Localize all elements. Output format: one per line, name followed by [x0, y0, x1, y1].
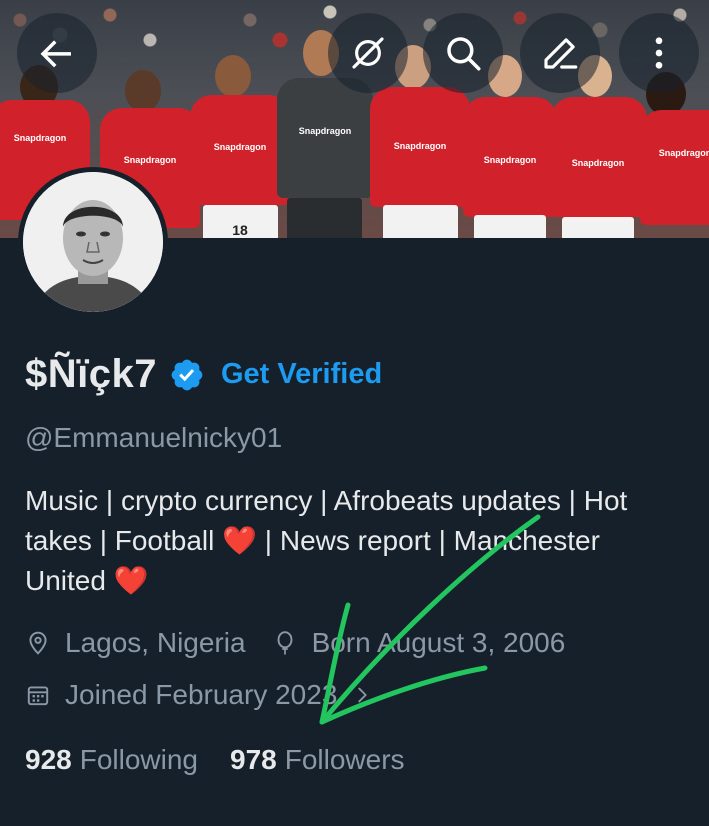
profile-meta-row: Lagos, Nigeria Born August 3, 2006 [25, 627, 565, 659]
avatar-image [23, 172, 163, 312]
profile-bio: Music | crypto currency | Afrobeats upda… [25, 481, 705, 601]
chevron-right-icon[interactable] [351, 684, 373, 706]
arrow-left-icon [40, 40, 71, 68]
following-stat[interactable]: 928 Following [25, 744, 198, 776]
hide-icon [352, 37, 384, 69]
profile-handle: @Emmanuelnicky01 [25, 422, 283, 453]
edit-icon [544, 38, 578, 69]
bio-line: United ❤️ [25, 565, 149, 596]
location-item: Lagos, Nigeria [25, 627, 246, 659]
search-icon [447, 37, 481, 71]
bio-line: takes | Football ❤️ | News report | Manc… [25, 525, 600, 556]
profile-stats: 928 Following 978 Followers [25, 744, 405, 776]
joined-text: Joined February 2023 [65, 679, 338, 710]
followers-label: Followers [284, 744, 405, 775]
verified-badge-icon[interactable] [169, 357, 205, 393]
display-name: $Ñïçk7 [25, 352, 157, 396]
birthdate-text: Born August 3, 2006 [311, 627, 566, 658]
balloon-icon [277, 631, 293, 655]
search-button[interactable] [423, 13, 503, 93]
location-text: Lagos, Nigeria [65, 627, 246, 658]
birthdate-item: Born August 3, 2006 [272, 627, 566, 659]
heart-emoji-icon: ❤️ [113, 565, 149, 596]
banner-player: Snapdragon [640, 72, 709, 238]
back-button[interactable] [17, 13, 97, 93]
hide-button[interactable] [328, 13, 408, 93]
avatar[interactable] [18, 167, 168, 317]
following-count: 928 [25, 744, 72, 775]
bio-line: Music | crypto currency | Afrobeats upda… [25, 485, 628, 516]
heart-emoji-icon: ❤️ [222, 525, 258, 556]
location-pin-icon [29, 631, 47, 655]
calendar-icon [27, 686, 49, 706]
joined-item: Joined February 2023 [25, 679, 373, 711]
followers-count: 978 [230, 744, 277, 775]
more-button[interactable] [619, 13, 699, 93]
edit-button[interactable] [520, 13, 600, 93]
get-verified-link[interactable]: Get Verified [221, 358, 382, 391]
followers-stat[interactable]: 978 Followers [230, 744, 405, 776]
profile-joined-row: Joined February 2023 [25, 679, 373, 711]
more-vertical-icon [655, 37, 663, 69]
profile-name-row: $Ñïçk7 Get Verified [25, 352, 382, 397]
following-label: Following [79, 744, 198, 775]
